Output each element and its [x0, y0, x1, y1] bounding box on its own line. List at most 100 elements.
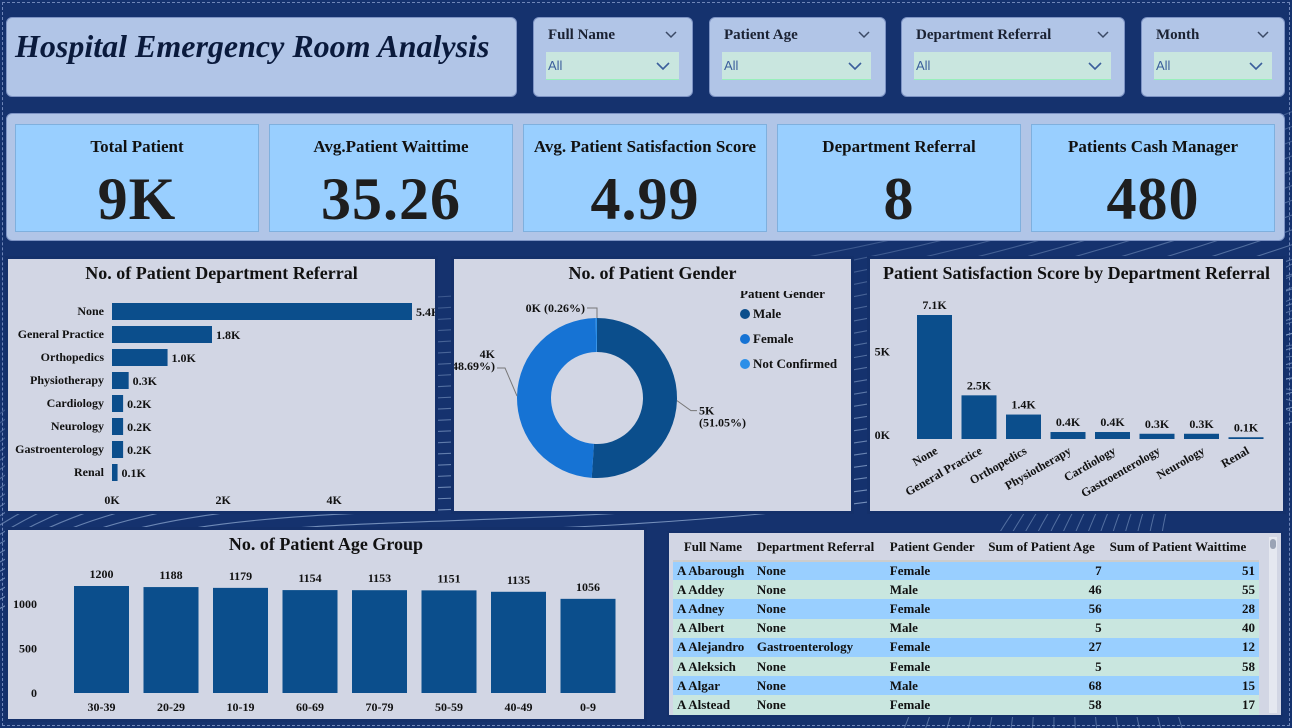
bar — [143, 587, 199, 693]
chevron-down-icon[interactable] — [664, 28, 678, 42]
table-cell: A Abarough — [673, 561, 753, 581]
kpi-card-satisfaction: Avg. Patient Satisfaction Score 4.99 — [523, 124, 767, 232]
table-cell: 27 — [984, 637, 1106, 657]
chart-title: No. of Patient Age Group — [228, 534, 424, 554]
table-row[interactable]: A Algar None Male 68 15 — [673, 676, 1259, 696]
chevron-down-icon[interactable] — [655, 58, 671, 74]
column-header-age-sum[interactable]: Sum of Patient Age — [984, 535, 1106, 562]
data-label: 0.4K — [1100, 415, 1125, 429]
chart-satisfaction-by-department: Patient Satisfaction Score by Department… — [867, 256, 1286, 514]
table-cell: Female — [885, 656, 985, 677]
table-cell: Female — [885, 695, 985, 715]
table-cell: None — [752, 676, 886, 696]
patient-table: Full Name Department Referral Patient Ge… — [667, 531, 1283, 717]
table-cell: 7 — [984, 561, 1106, 581]
slicer-dropdown[interactable]: All — [1154, 52, 1272, 80]
slicer-dropdown[interactable]: All — [546, 52, 679, 80]
kpi-label: Avg. Patient Satisfaction Score — [533, 137, 757, 156]
tick-label: 500 — [19, 641, 37, 655]
table-cell: 55 — [1105, 580, 1259, 600]
chevron-down-icon[interactable] — [1087, 58, 1103, 74]
table-cell: 17 — [1105, 695, 1259, 715]
scrollbar-thumb[interactable] — [1270, 539, 1276, 549]
table-row[interactable]: A Alstead None Female 58 17 — [673, 695, 1259, 715]
slicer-month[interactable]: Month All — [1141, 17, 1285, 97]
bar — [421, 590, 477, 693]
data-label: 0K (0.26%) — [526, 301, 585, 315]
slicer-dropdown[interactable]: All — [914, 52, 1111, 80]
category-label: 50-59 — [435, 700, 463, 714]
data-label: 2.5K — [967, 378, 992, 392]
data-label: (51.05%) — [699, 416, 746, 430]
table-cell: 15 — [1105, 676, 1259, 696]
table-cell: None — [752, 599, 886, 619]
table-row[interactable]: A Adney None Female 56 28 — [673, 599, 1259, 619]
kpi-value: 35.26 — [321, 166, 461, 232]
tick-label: 0 — [31, 686, 37, 700]
tick-label: 0K — [875, 428, 891, 442]
bar — [112, 395, 124, 412]
table-row[interactable]: A Alejandro Gastroenterology Female 27 12 — [673, 637, 1259, 657]
category-label: 70-79 — [366, 700, 394, 714]
chart-plot: 0K5K7.1KNone2.5KGeneral Practice1.4KOrth… — [875, 298, 1264, 500]
column-header-waittime-sum[interactable]: Sum of Patient Waittime — [1105, 535, 1259, 562]
category-label: Physiotherapy — [30, 373, 104, 387]
chevron-down-icon[interactable] — [1096, 28, 1110, 42]
data-label: 7.1K — [922, 298, 947, 312]
chart-title: No. of Patient Gender — [568, 263, 737, 283]
table-cell: 28 — [1105, 599, 1259, 619]
table-cell: Male — [885, 580, 985, 600]
data-label: 1154 — [298, 571, 321, 585]
slicer-dropdown[interactable]: All — [722, 52, 871, 80]
table-cell: None — [752, 656, 886, 677]
bar — [1139, 433, 1175, 439]
table-row[interactable]: A Albert None Male 5 40 — [673, 618, 1259, 638]
slicer-department-referral[interactable]: Department Referral All — [901, 17, 1125, 97]
category-label: 30-39 — [88, 700, 116, 714]
data-label: 1188 — [159, 568, 182, 582]
category-label: Neurology — [51, 419, 104, 433]
data-label: 1179 — [229, 569, 252, 583]
table-scrollbar[interactable] — [1269, 537, 1277, 713]
data-label: 1153 — [368, 571, 391, 585]
donut-slice — [591, 318, 677, 478]
table-cell: None — [752, 618, 886, 638]
kpi-label: Total Patient — [90, 137, 184, 156]
category-label: Renal — [74, 465, 105, 479]
tick-label: 0K — [104, 493, 120, 507]
chevron-down-icon[interactable] — [1248, 58, 1264, 74]
category-label: 60-69 — [296, 700, 324, 714]
table-cell: Female — [885, 637, 985, 657]
column-header-full-name[interactable]: Full Name — [673, 535, 753, 562]
bar — [112, 372, 129, 389]
category-label: Renal — [1219, 443, 1253, 470]
slicer-full-name[interactable]: Full Name All — [533, 17, 693, 97]
category-label: General Practice — [18, 327, 105, 341]
data-label: 0.1K — [1234, 420, 1259, 434]
slicer-label: Full Name — [548, 27, 616, 43]
bar — [1184, 433, 1219, 439]
table-row[interactable]: A Abarough None Female 7 51 — [673, 561, 1259, 581]
legend-marker — [740, 334, 750, 344]
chevron-down-icon[interactable] — [1256, 28, 1270, 42]
bar — [491, 591, 546, 693]
slicer-patient-age[interactable]: Patient Age All — [709, 17, 886, 97]
table-cell: Gastroenterology — [752, 637, 886, 657]
column-header-department[interactable]: Department Referral — [752, 535, 886, 562]
table-row[interactable]: A Addey None Male 46 55 — [673, 580, 1259, 600]
table-cell: A Alstead — [673, 695, 753, 715]
kpi-value: 4.99 — [590, 166, 700, 232]
chevron-down-icon[interactable] — [847, 58, 863, 74]
bar — [352, 590, 407, 693]
column-header-gender[interactable]: Patient Gender — [885, 535, 985, 562]
slicer-label: Month — [1156, 27, 1200, 43]
data-label: 0.2K — [127, 420, 152, 434]
legend-entry: Male — [753, 306, 781, 321]
table-row[interactable]: A Aleksich None Female 5 58 — [673, 656, 1259, 677]
chevron-down-icon[interactable] — [857, 28, 871, 42]
category-label: Gastroenterology — [1079, 443, 1163, 500]
chart-department-referral: No. of Patient Department Referral None 5… — [5, 256, 438, 514]
slicer-value: All — [724, 58, 739, 73]
category-label: 0-9 — [580, 700, 596, 714]
kpi-card-avg-waittime: Avg.Patient Waittime 35.26 — [269, 124, 513, 232]
